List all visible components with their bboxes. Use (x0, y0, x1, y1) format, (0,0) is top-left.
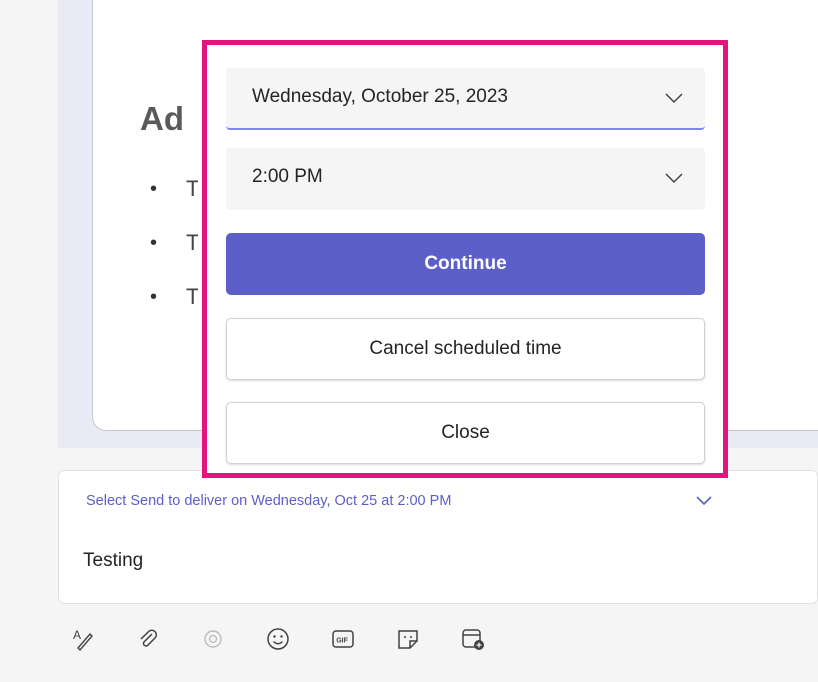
attach-icon[interactable] (133, 624, 163, 654)
bullet-text: T (186, 284, 198, 309)
gif-icon[interactable]: GIF (328, 624, 358, 654)
schedule-note[interactable]: Select Send to deliver on Wednesday, Oct… (86, 493, 451, 509)
svg-text:GIF: GIF (336, 638, 348, 645)
cancel-scheduled-time-button[interactable]: Cancel scheduled time (226, 318, 705, 380)
date-picker[interactable]: Wednesday, October 25, 2023 (226, 68, 705, 130)
emoji-icon[interactable] (263, 624, 293, 654)
chevron-down-icon (665, 93, 683, 104)
card-heading: Ad (140, 100, 184, 137)
close-button[interactable]: Close (226, 402, 705, 464)
format-icon[interactable]: A (68, 624, 98, 654)
date-value: Wednesday, October 25, 2023 (252, 86, 508, 107)
bullet-dot: • (150, 178, 158, 200)
time-value: 2:00 PM (252, 166, 323, 187)
bullet-text: T (186, 230, 198, 255)
bullet-dot: • (150, 286, 158, 308)
loop-icon[interactable] (198, 624, 228, 654)
schedule-meeting-icon[interactable] (458, 624, 488, 654)
sticker-icon[interactable] (393, 624, 423, 654)
chevron-down-icon[interactable] (694, 494, 714, 508)
bullet-dot: • (150, 232, 158, 254)
chevron-down-icon (665, 173, 683, 184)
compose-box[interactable] (58, 470, 818, 604)
message-input[interactable]: Testing (83, 550, 143, 572)
time-picker[interactable]: 2:00 PM (226, 148, 705, 210)
svg-text:A: A (73, 628, 81, 642)
bullet-text: T (186, 176, 198, 201)
continue-button[interactable]: Continue (226, 233, 705, 295)
